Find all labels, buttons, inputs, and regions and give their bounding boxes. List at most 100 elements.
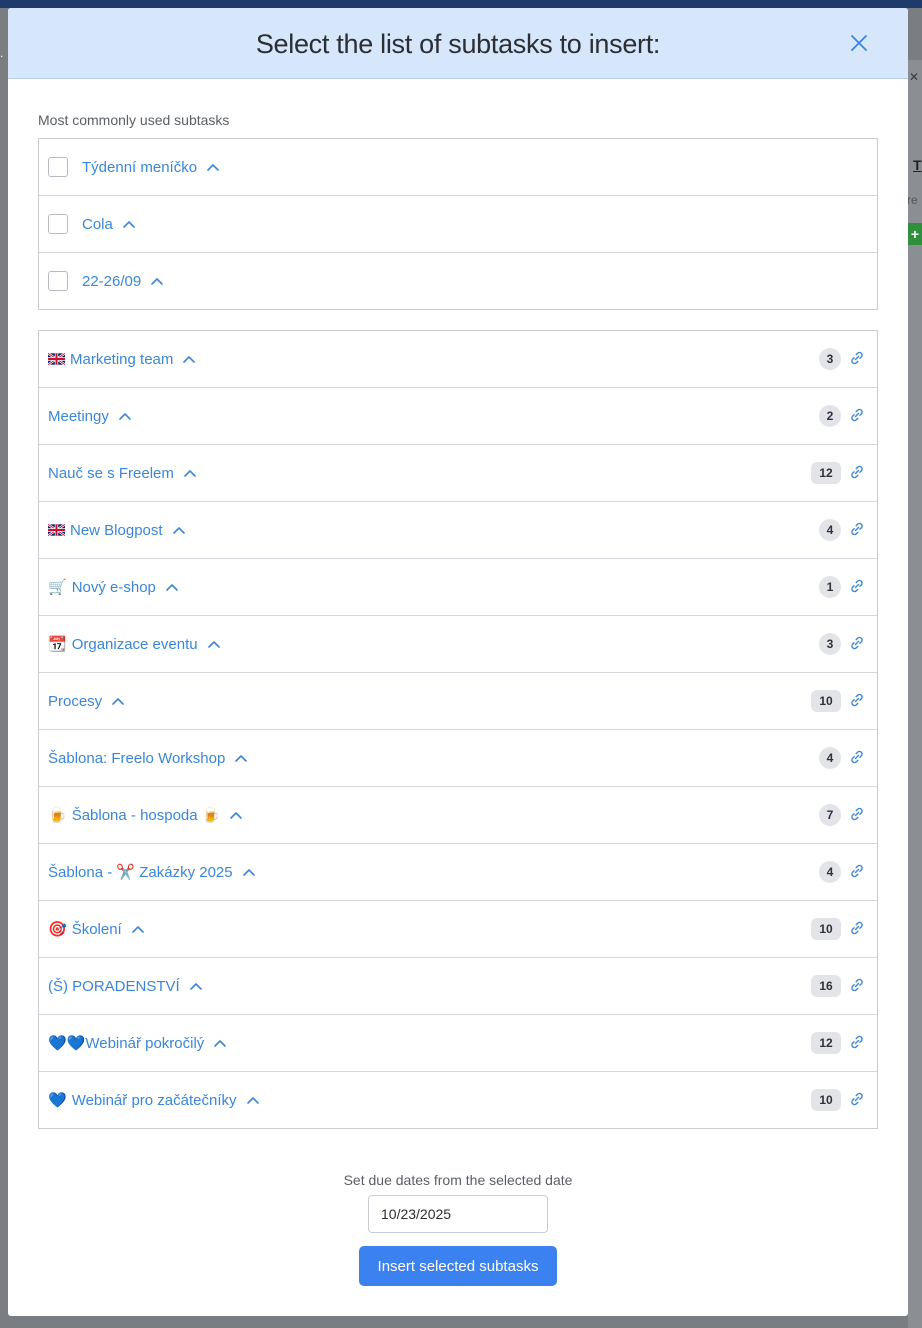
link-icon[interactable] [849,1034,865,1050]
link-icon[interactable] [849,635,865,651]
subtask-count-badge: 10 [811,690,841,712]
expand-toggle[interactable] [112,697,124,705]
expand-toggle[interactable] [235,754,248,762]
expand-toggle[interactable] [166,583,178,591]
subtask-count-badge: 12 [811,1032,841,1054]
chevron-up-icon[interactable] [112,697,124,705]
subtask-count-badge: 10 [811,918,841,940]
template-label: Šablona: Freelo Workshop [48,749,226,767]
due-date-label: Set due dates from the selected date [343,1172,573,1188]
chevron-up-icon[interactable] [214,1039,227,1047]
template-link[interactable]: Meetingy [48,408,131,425]
due-date-input[interactable] [368,1195,548,1233]
expand-toggle[interactable] [214,1039,227,1047]
chevron-up-icon[interactable] [131,925,144,933]
chevron-up-icon[interactable] [189,982,202,990]
subtask-checkbox[interactable] [48,214,68,234]
expand-toggle[interactable] [189,982,202,990]
background-app-topbar [0,0,922,8]
chevron-up-icon[interactable] [123,220,135,228]
common-subtask-label: 22-26/09 [82,272,142,290]
chevron-up-icon[interactable] [246,1096,259,1104]
template-link[interactable]: Šablona: Freelo Workshop [48,749,248,767]
template-label: Nový e-shop [71,578,156,596]
expand-toggle[interactable] [123,220,135,228]
template-link[interactable]: 🛒 Nový e-shop [48,578,178,596]
template-link[interactable]: 💙💙Webinář pokročilý [48,1034,227,1052]
close-button[interactable] [848,32,870,54]
subtask-checkbox[interactable] [48,271,68,291]
expand-toggle[interactable] [246,1096,259,1104]
template-label: Nauč se s Freelem [48,464,174,482]
chevron-up-icon[interactable] [207,163,219,171]
chevron-up-icon[interactable] [235,754,248,762]
chevron-up-icon[interactable] [166,583,178,591]
common-subtask-row: Cola [39,196,877,253]
template-label: 💙💙Webinář pokročilý [48,1035,205,1052]
link-icon[interactable] [849,350,865,366]
expand-toggle[interactable] [230,811,243,819]
template-link[interactable]: 📆 Organizace eventu [48,635,220,653]
chevron-up-icon[interactable] [242,868,255,876]
template-row: 🛒 Nový e-shop 1 [39,559,877,616]
expand-toggle[interactable] [183,355,196,363]
template-row: 🎯 Školení 10 [39,901,877,958]
template-link[interactable]: Marketing team [48,351,196,368]
template-row: (Š) PORADENSTVÍ 16 [39,958,877,1015]
link-icon[interactable] [849,977,865,993]
link-icon[interactable] [849,521,865,537]
expand-toggle[interactable] [207,640,220,648]
link-icon[interactable] [849,806,865,822]
template-link[interactable]: (Š) PORADENSTVÍ [48,978,202,995]
chevron-up-icon[interactable] [172,526,185,534]
template-link[interactable]: Šablona - ✂️ Zakázky 2025 [48,863,255,881]
common-subtask-link[interactable]: Týdenní meníčko [82,159,219,176]
link-icon[interactable] [849,863,865,879]
chevron-up-icon[interactable] [183,355,196,363]
chevron-up-icon[interactable] [230,811,243,819]
template-label: Meetingy [48,407,109,425]
uk-flag-icon-wrapper [48,353,65,365]
expand-toggle[interactable] [172,526,185,534]
template-link[interactable]: Nauč se s Freelem [48,465,196,482]
subtask-count-badge: 3 [819,633,841,655]
template-link[interactable]: 🍺 Šablona - hospoda 🍺 [48,806,243,824]
link-icon[interactable] [849,749,865,765]
common-subtask-link[interactable]: Cola [82,216,135,233]
chevron-up-icon[interactable] [207,640,220,648]
insert-subtasks-modal: Select the list of subtasks to insert: M… [8,8,908,1316]
expand-toggle[interactable] [184,469,196,477]
chevron-up-icon[interactable] [151,277,164,285]
subtask-count-badge: 4 [819,747,841,769]
template-row: 📆 Organizace eventu 3 [39,616,877,673]
template-link[interactable]: Procesy [48,693,124,710]
modal-title: Select the list of subtasks to insert: [255,28,661,59]
link-icon[interactable] [849,1091,865,1107]
link-icon[interactable] [849,578,865,594]
background-text-fragment: T [913,157,922,173]
template-link[interactable]: 💙 Webinář pro začátečníky [48,1091,259,1109]
link-icon[interactable] [849,464,865,480]
insert-subtasks-button[interactable]: Insert selected subtasks [359,1246,557,1286]
template-link[interactable]: 🎯 Školení [48,920,144,938]
subtask-count-badge: 1 [819,576,841,598]
chevron-up-icon[interactable] [184,469,196,477]
common-subtask-link[interactable]: 22-26/09 [82,272,164,290]
template-row: Šablona: Freelo Workshop 4 [39,730,877,787]
expand-toggle[interactable] [131,925,144,933]
template-link[interactable]: New Blogpost [48,522,185,539]
subtask-checkbox[interactable] [48,157,68,177]
subtask-count-badge: 4 [819,861,841,883]
expand-toggle[interactable] [242,868,255,876]
uk-flag-icon-wrapper [48,524,65,536]
expand-toggle[interactable] [151,277,164,285]
link-icon[interactable] [849,692,865,708]
chevron-up-icon[interactable] [119,412,131,420]
link-icon[interactable] [849,920,865,936]
expand-toggle[interactable] [207,163,219,171]
template-emoji: 💙 [48,1092,67,1109]
expand-toggle[interactable] [119,412,131,420]
link-icon[interactable] [849,407,865,423]
modal-header: Select the list of subtasks to insert: [8,8,908,79]
template-row: Šablona - ✂️ Zakázky 2025 4 [39,844,877,901]
